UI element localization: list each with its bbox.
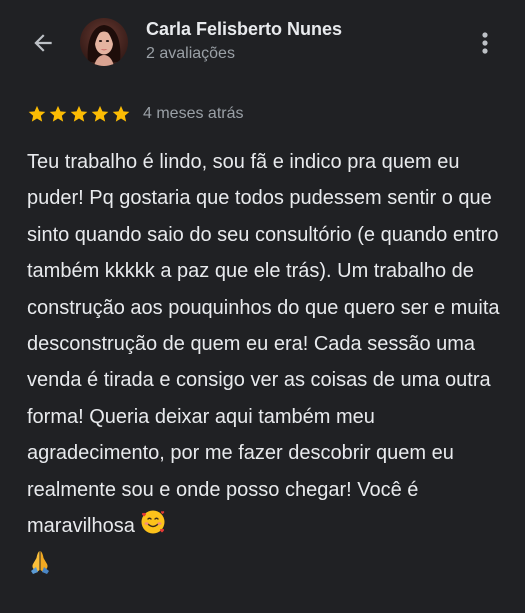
more-vert-icon [482, 32, 488, 54]
folded-hands-emoji [27, 548, 53, 586]
review-text: Teu trabalho é lindo, sou fã e indico pr… [27, 144, 505, 587]
star-icon [112, 105, 130, 122]
smiling-face-with-hearts-emoji [140, 509, 166, 547]
star-icon [28, 105, 46, 122]
star-rating [27, 104, 131, 124]
reviewer-name[interactable]: Carla Felisberto Nunes [146, 19, 342, 40]
back-button[interactable] [26, 26, 60, 60]
review-header: Carla Felisberto Nunes 2 avaliações [0, 0, 525, 88]
rating-row: 4 meses atrás [27, 102, 243, 126]
review-date: 4 meses atrás [143, 105, 244, 122]
star-icon [91, 105, 109, 122]
review-body: Teu trabalho é lindo, sou fã e indico pr… [27, 151, 500, 538]
star-icon [70, 105, 88, 122]
reviewer-review-count: 2 avaliações [146, 45, 235, 62]
avatar[interactable] [80, 18, 128, 66]
more-options-button[interactable] [470, 26, 500, 60]
star-icon [49, 105, 67, 122]
arrow-back-icon [34, 34, 52, 52]
avatar-photo [80, 18, 128, 66]
